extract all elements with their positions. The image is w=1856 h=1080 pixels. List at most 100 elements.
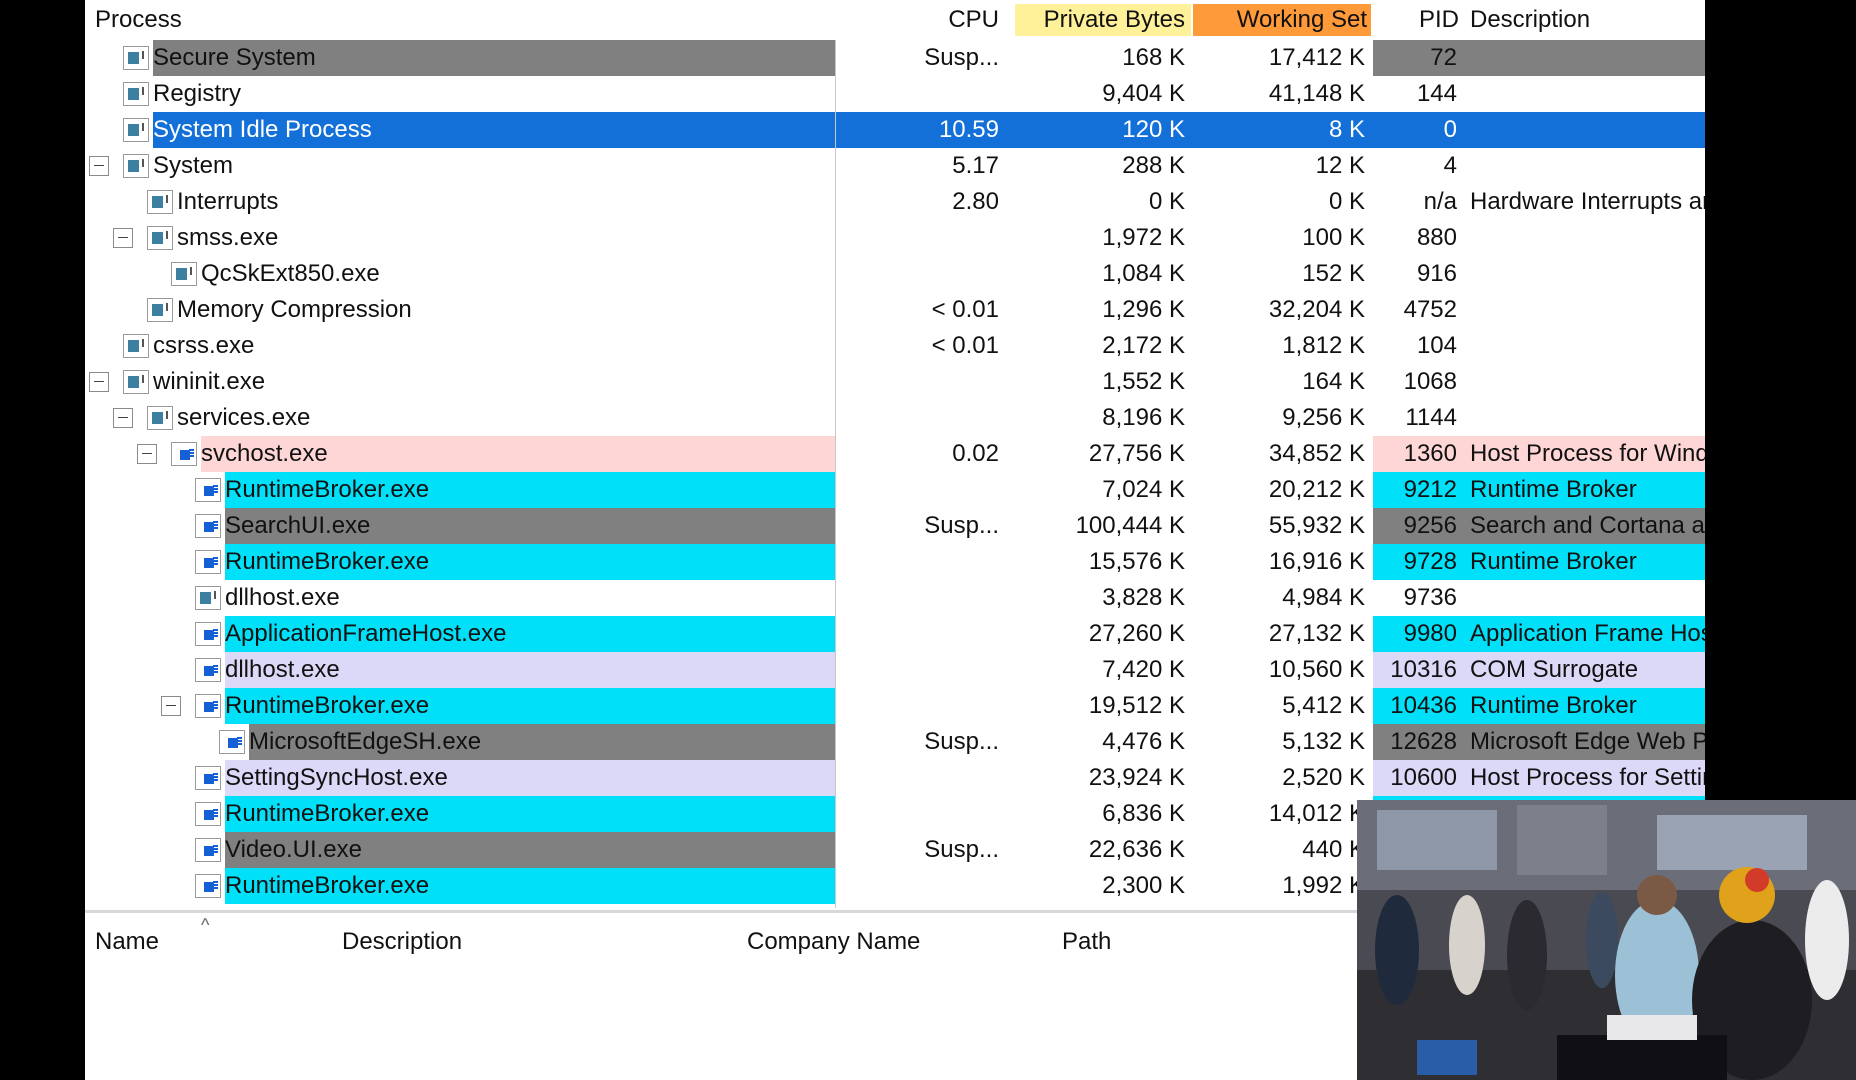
collapse-tree-icon[interactable] — [137, 444, 157, 464]
pid-value: 9256 — [1403, 512, 1457, 539]
lower-column-header-path[interactable]: Path — [1062, 927, 1111, 957]
screen: Process CPU Private Bytes Working Set PI… — [0, 0, 1856, 1080]
window-icon — [195, 622, 221, 646]
process-name: dllhost.exe — [225, 584, 340, 611]
process-row[interactable]: wininit.exe 1,552 K 164 K 1068 — [85, 364, 1705, 400]
process-name: SettingSyncHost.exe — [225, 764, 448, 791]
window-icon — [195, 694, 221, 718]
description-value: Host Process for Setting Syn... — [1470, 764, 1705, 791]
process-row[interactable]: Memory Compression < 0.01 1,296 K 32,204 K 4… — [85, 292, 1705, 328]
process-icon — [123, 118, 149, 142]
process-row[interactable]: Interrupts 2.80 0 K 0 K n/a Hardware Interrup… — [85, 184, 1705, 220]
working-set-value: 100 K — [1302, 224, 1365, 251]
private-bytes-value: 0 K — [1148, 188, 1185, 215]
collapse-tree-icon[interactable] — [89, 156, 109, 176]
working-set-value: 10,560 K — [1268, 656, 1365, 683]
pid-value: 4 — [1443, 152, 1457, 179]
private-bytes-value: 7,024 K — [1102, 476, 1185, 503]
lower-column-header-name[interactable]: Name — [95, 927, 159, 957]
cpu-value — [845, 544, 1005, 580]
description-value: Application Frame Host — [1470, 620, 1705, 647]
cpu-value — [845, 688, 1005, 724]
pid-value: 10316 — [1390, 656, 1457, 683]
collapse-tree-icon[interactable] — [89, 372, 109, 392]
process-row[interactable]: SearchUI.exe Susp... 100,444 K 55,932 K 9256… — [85, 508, 1705, 544]
description-value: Host Process for Windows S... — [1470, 440, 1705, 467]
process-name: QcSkExt850.exe — [201, 260, 380, 287]
column-header-working-set[interactable]: Working Set — [1193, 4, 1371, 36]
collapse-tree-icon[interactable] — [161, 696, 181, 716]
private-bytes-value: 8,196 K — [1102, 404, 1185, 431]
pid-value: 9212 — [1403, 476, 1457, 503]
private-bytes-value: 15,576 K — [1088, 548, 1185, 575]
process-row[interactable]: smss.exe 1,972 K 100 K 880 — [85, 220, 1705, 256]
working-set-value: 27,132 K — [1268, 620, 1365, 647]
private-bytes-value: 3,828 K — [1102, 584, 1185, 611]
process-name: RuntimeBroker.exe — [225, 692, 430, 719]
process-name: smss.exe — [177, 224, 279, 251]
process-row[interactable]: dllhost.exe 7,420 K 10,560 K 10316 COM Surro… — [85, 652, 1705, 688]
cpu-value: Susp... — [924, 836, 999, 863]
pid-value: 10600 — [1390, 764, 1457, 791]
process-row[interactable]: svchost.exe 0.02 27,756 K 34,852 K 1360 Host … — [85, 436, 1705, 472]
process-row[interactable]: Secure System Susp... 168 K 17,412 K 72 — [85, 40, 1705, 76]
process-icon — [123, 154, 149, 178]
cpu-value: Susp... — [924, 512, 999, 539]
column-header-cpu[interactable]: CPU — [845, 4, 1005, 36]
private-bytes-value: 4,476 K — [1102, 728, 1185, 755]
process-name: RuntimeBroker.exe — [225, 476, 430, 503]
process-row[interactable]: System Idle Process 10.59 120 K 8 K 0 — [85, 112, 1705, 148]
pid-value: n/a — [1423, 188, 1457, 215]
column-divider — [835, 40, 836, 908]
private-bytes-value: 6,836 K — [1102, 800, 1185, 827]
process-row[interactable]: services.exe 8,196 K 9,256 K 1144 — [85, 400, 1705, 436]
process-name: RuntimeBroker.exe — [225, 800, 430, 827]
window-icon — [195, 478, 221, 502]
pid-value: 4752 — [1403, 296, 1457, 323]
process-row[interactable]: RuntimeBroker.exe 15,576 K 16,916 K 9728 Run… — [85, 544, 1705, 580]
collapse-tree-icon[interactable] — [113, 408, 133, 428]
cpu-value: Susp... — [924, 728, 999, 755]
private-bytes-value: 23,924 K — [1088, 764, 1185, 791]
process-icon — [195, 586, 221, 610]
sort-ascending-icon: ^ — [201, 915, 210, 935]
process-row[interactable]: QcSkExt850.exe 1,084 K 152 K 916 — [85, 256, 1705, 292]
process-name: services.exe — [177, 404, 311, 431]
private-bytes-value: 120 K — [1122, 116, 1185, 143]
process-row[interactable]: SettingSyncHost.exe 23,924 K 2,520 K 10600 H… — [85, 760, 1705, 796]
process-row[interactable]: csrss.exe < 0.01 2,172 K 1,812 K 104 — [85, 328, 1705, 364]
column-header-private-bytes[interactable]: Private Bytes — [1015, 4, 1191, 36]
process-row[interactable]: ApplicationFrameHost.exe 27,260 K 27,132 K… — [85, 616, 1705, 652]
private-bytes-value: 1,552 K — [1102, 368, 1185, 395]
process-name: Registry — [153, 80, 242, 107]
process-name: SearchUI.exe — [225, 512, 371, 539]
working-set-value: 14,012 K — [1268, 800, 1365, 827]
working-set-value: 41,148 K — [1268, 80, 1365, 107]
working-set-value: 5,132 K — [1282, 728, 1365, 755]
working-set-value: 9,256 K — [1282, 404, 1365, 431]
column-header-description[interactable]: Description — [1470, 4, 1670, 36]
process-icon — [171, 262, 197, 286]
window-icon — [195, 658, 221, 682]
column-header-process[interactable]: Process — [95, 4, 395, 36]
process-icon — [123, 334, 149, 358]
process-row[interactable]: MicrosoftEdgeSH.exe Susp... 4,476 K 5,132 K… — [85, 724, 1705, 760]
process-row[interactable]: System 5.17 288 K 12 K 4 — [85, 148, 1705, 184]
collapse-tree-icon[interactable] — [113, 228, 133, 248]
column-header-pid[interactable]: PID — [1375, 4, 1463, 36]
cpu-value — [845, 364, 1005, 400]
window-icon — [195, 838, 221, 862]
private-bytes-value: 1,084 K — [1102, 260, 1185, 287]
description-value: COM Surrogate — [1470, 656, 1639, 683]
process-row[interactable]: dllhost.exe 3,828 K 4,984 K 9736 — [85, 580, 1705, 616]
process-name: MicrosoftEdgeSH.exe — [249, 728, 482, 755]
process-row[interactable]: RuntimeBroker.exe 19,512 K 5,412 K 10436 Run… — [85, 688, 1705, 724]
pid-value: 1360 — [1403, 440, 1457, 467]
process-row[interactable]: Registry 9,404 K 41,148 K 144 — [85, 76, 1705, 112]
process-row[interactable]: RuntimeBroker.exe 7,024 K 20,212 K 9212 Runt… — [85, 472, 1705, 508]
lower-column-header-company-name[interactable]: Company Name — [747, 927, 920, 957]
cpu-value: < 0.01 — [931, 332, 999, 359]
working-set-value: 55,932 K — [1268, 512, 1365, 539]
lower-column-header-description[interactable]: Description — [342, 927, 462, 957]
private-bytes-value: 27,260 K — [1088, 620, 1185, 647]
